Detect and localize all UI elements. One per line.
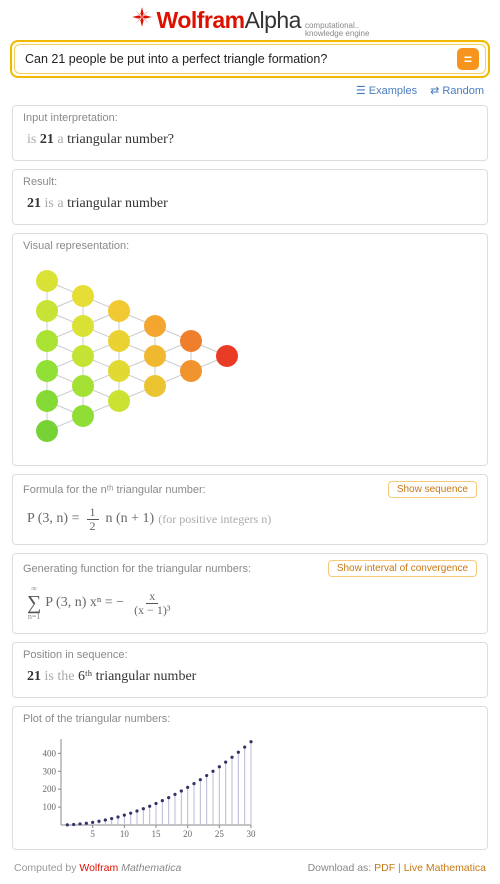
computed-by: Computed by Wolfram Mathematica — [14, 862, 181, 874]
pod-formula: Formula for the nᵗʰ triangular number: S… — [12, 474, 488, 545]
pod-title: Position in sequence: — [23, 649, 128, 661]
subnav: ☰ Examples ⇄ Random — [0, 82, 500, 105]
svg-text:300: 300 — [43, 766, 57, 776]
pdf-link[interactable]: PDF — [374, 862, 395, 874]
search-container: = — [0, 40, 500, 82]
footer: Computed by Wolfram Mathematica Download… — [0, 858, 500, 884]
pod-title: Result: — [23, 176, 57, 188]
svg-text:100: 100 — [43, 802, 57, 812]
download-links: Download as: PDF | Live Mathematica — [308, 862, 486, 874]
show-interval-button[interactable]: Show interval of convergence — [328, 560, 477, 577]
svg-text:15: 15 — [152, 829, 162, 839]
sigma-icon: ∞∑n=1 — [27, 585, 41, 621]
triangular-plot: 100 200 300 400 5 10 15 20 25 30 — [27, 733, 257, 843]
examples-link[interactable]: ☰ Examples — [356, 85, 417, 97]
svg-text:30: 30 — [247, 829, 257, 839]
equals-icon: = — [464, 51, 472, 67]
pod-input-interpretation: Input interpretation: is 21 a triangular… — [12, 105, 488, 161]
pod-title: Plot of the triangular numbers: — [23, 713, 170, 725]
spikey-icon — [131, 6, 153, 28]
pod-visual: Visual representation: — [12, 233, 488, 466]
logo-tagline: computational..knowledge engine — [305, 22, 370, 38]
live-link[interactable]: Live Mathematica — [404, 862, 486, 874]
pod-position: Position in sequence: 21 is the 6ᵗʰ tria… — [12, 642, 488, 698]
pod-title: Visual representation: — [23, 240, 129, 252]
svg-text:10: 10 — [120, 829, 130, 839]
random-link[interactable]: ⇄ Random — [430, 85, 484, 97]
pod-title: Generating function for the triangular n… — [23, 563, 251, 575]
search-bar: = — [14, 44, 486, 74]
logo[interactable]: WolframAlpha computational..knowledge en… — [131, 6, 370, 38]
header: WolframAlpha computational..knowledge en… — [0, 0, 500, 40]
triangle-visualization — [13, 256, 487, 465]
pod-title: Input interpretation: — [23, 112, 118, 124]
svg-text:25: 25 — [215, 829, 225, 839]
search-input[interactable] — [25, 52, 457, 66]
pod-result: Result: 21 is a triangular number — [12, 169, 488, 225]
submit-button[interactable]: = — [457, 48, 479, 70]
svg-text:5: 5 — [90, 829, 95, 839]
svg-text:200: 200 — [43, 784, 57, 794]
pod-plot: Plot of the triangular numbers: 100 200 30… — [12, 706, 488, 850]
pod-title: Formula for the nᵗʰ triangular number: — [23, 484, 206, 496]
svg-text:400: 400 — [43, 749, 57, 759]
logo-text: WolframAlpha — [157, 7, 301, 34]
show-sequence-button[interactable]: Show sequence — [388, 481, 477, 498]
svg-text:20: 20 — [183, 829, 193, 839]
pod-generating-function: Generating function for the triangular n… — [12, 553, 488, 634]
